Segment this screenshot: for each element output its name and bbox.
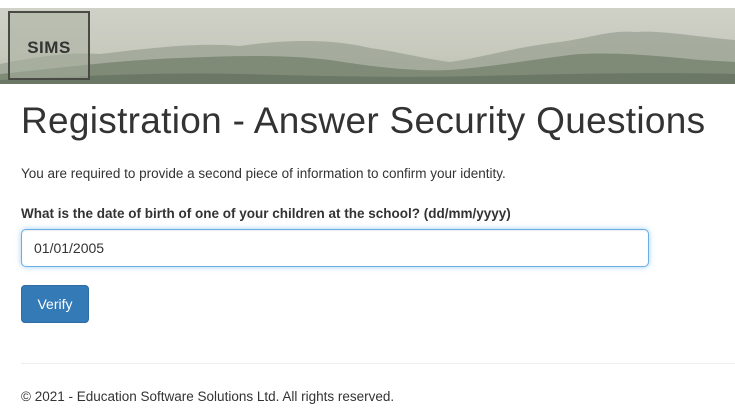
date-of-birth-input[interactable]	[21, 229, 649, 267]
logo-text: SIMS	[27, 37, 71, 57]
sims-logo[interactable]: SIMS	[8, 11, 90, 80]
verify-button[interactable]: Verify	[21, 285, 89, 323]
intro-text: You are required to provide a second pie…	[21, 166, 506, 181]
mountain-landscape-image	[0, 31, 735, 84]
header-banner: SIMS	[0, 8, 735, 84]
footer-copyright: © 2021 - Education Software Solutions Lt…	[21, 389, 395, 404]
page-title: Registration - Answer Security Questions	[21, 100, 706, 141]
footer-divider	[21, 363, 735, 364]
top-strip	[0, 0, 735, 8]
security-question-label: What is the date of birth of one of your…	[21, 206, 511, 221]
